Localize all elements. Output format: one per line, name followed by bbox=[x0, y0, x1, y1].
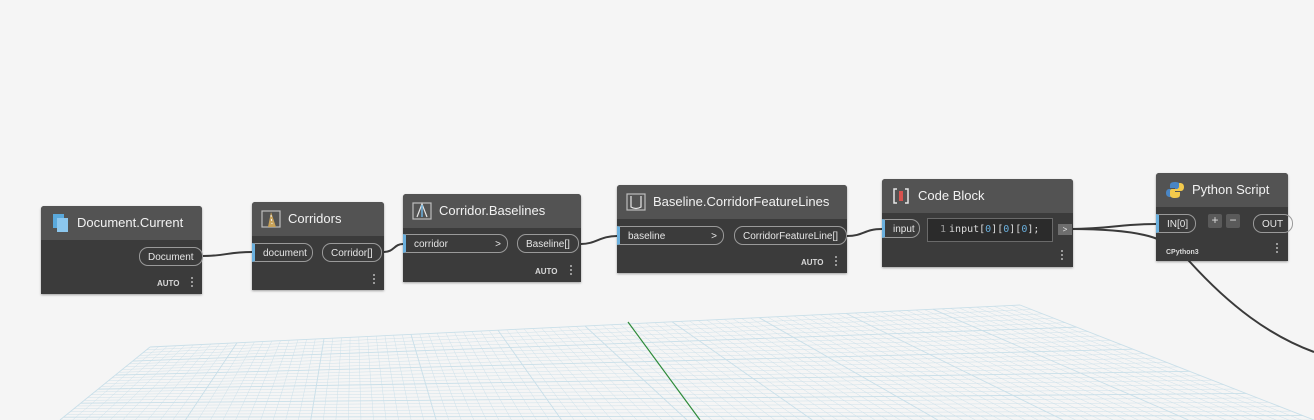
node-title: Corridor.Baselines bbox=[439, 203, 546, 218]
lacing-label: AUTO bbox=[157, 279, 180, 288]
output-port-corridor-list[interactable]: Corridor[] bbox=[322, 243, 382, 262]
baselines-icon bbox=[412, 202, 432, 220]
background-grid bbox=[59, 304, 1314, 420]
port-label: baseline bbox=[628, 231, 666, 242]
wire-document-to-corridors[interactable] bbox=[202, 251, 253, 257]
input-port-input[interactable]: input bbox=[882, 219, 920, 238]
input-port-in0[interactable]: IN[0] bbox=[1156, 214, 1196, 233]
wire-baselines-to-featurelines[interactable] bbox=[580, 235, 618, 245]
node-header[interactable]: Corridor.Baselines bbox=[403, 194, 581, 228]
python-logo-icon bbox=[1166, 182, 1184, 198]
node-header[interactable]: Code Block bbox=[882, 179, 1073, 213]
lacing-label: AUTO bbox=[535, 267, 558, 276]
output-port-document[interactable]: Document bbox=[139, 247, 203, 266]
featureline-icon bbox=[626, 193, 646, 211]
grid-line bbox=[94, 375, 1201, 393]
wire-featurelines-to-codeblock[interactable] bbox=[846, 228, 883, 237]
node-title: Python Script bbox=[1192, 182, 1270, 197]
node-title: Document.Current bbox=[77, 215, 184, 230]
lacing-label: AUTO bbox=[801, 258, 824, 267]
node-header[interactable]: Python Script bbox=[1156, 173, 1288, 207]
output-port-arrow[interactable]: > bbox=[1058, 224, 1072, 235]
grid-line bbox=[149, 304, 1021, 348]
line-number: 1 bbox=[940, 224, 947, 235]
input-port-document[interactable]: document bbox=[252, 243, 313, 262]
document-icon bbox=[53, 214, 68, 232]
node-menu-icon[interactable] bbox=[570, 265, 573, 277]
node-header[interactable]: Document.Current bbox=[41, 206, 202, 240]
node-document-current[interactable]: Document.Current Document AUTO bbox=[41, 206, 203, 294]
node-menu-icon[interactable] bbox=[835, 256, 838, 268]
grid-line bbox=[101, 366, 1179, 387]
node-title: Corridors bbox=[288, 211, 342, 226]
grid-line bbox=[91, 379, 1213, 395]
node-title: Code Block bbox=[918, 188, 985, 203]
code-editor[interactable]: 1 input[0][0][0]; bbox=[927, 218, 1053, 242]
grid-line bbox=[80, 393, 1247, 404]
node-code-block[interactable]: Code Block input 1 input[0][0][0]; > bbox=[882, 179, 1073, 267]
port-label: corridor bbox=[414, 239, 448, 250]
engine-label: CPython3 bbox=[1166, 249, 1199, 256]
node-baseline-featurelines[interactable]: Baseline.CorridorFeatureLines baseline >… bbox=[617, 185, 848, 273]
node-python-script[interactable]: Python Script IN[0] + − OUT CPython3 bbox=[1156, 173, 1293, 261]
input-port-corridor[interactable]: corridor > bbox=[403, 234, 508, 253]
remove-input-button[interactable]: − bbox=[1226, 214, 1240, 228]
grid-line bbox=[73, 402, 1269, 409]
chevron-right-icon[interactable]: > bbox=[711, 227, 717, 246]
node-corridor-baselines[interactable]: Corridor.Baselines corridor > Baseline[]… bbox=[403, 194, 581, 282]
grid-line bbox=[66, 410, 1292, 415]
node-title: Baseline.CorridorFeatureLines bbox=[653, 194, 830, 209]
chevron-right-icon[interactable]: > bbox=[495, 235, 501, 254]
grid-line bbox=[70, 406, 1281, 412]
node-menu-icon[interactable] bbox=[1276, 243, 1279, 255]
node-menu-icon[interactable] bbox=[191, 277, 194, 289]
output-port-out[interactable]: OUT bbox=[1253, 214, 1293, 233]
code-text[interactable]: input[0][0][0]; bbox=[949, 224, 1039, 235]
code-brackets-icon bbox=[893, 188, 909, 204]
node-header[interactable]: Corridors bbox=[252, 202, 384, 236]
node-corridors[interactable]: Corridors document Corridor[] bbox=[252, 202, 384, 290]
add-input-button[interactable]: + bbox=[1208, 214, 1222, 228]
wire-corridors-to-baselines[interactable] bbox=[383, 243, 404, 253]
grid-line bbox=[139, 318, 1054, 356]
output-port-baseline-list[interactable]: Baseline[] bbox=[517, 234, 579, 253]
road-icon bbox=[261, 210, 281, 228]
node-header[interactable]: Baseline.CorridorFeatureLines bbox=[617, 185, 847, 219]
node-menu-icon[interactable] bbox=[1061, 250, 1064, 262]
output-port-featureline-list[interactable]: CorridorFeatureLine[] bbox=[734, 226, 848, 245]
node-menu-icon[interactable] bbox=[373, 274, 376, 286]
input-port-baseline[interactable]: baseline > bbox=[617, 226, 724, 245]
